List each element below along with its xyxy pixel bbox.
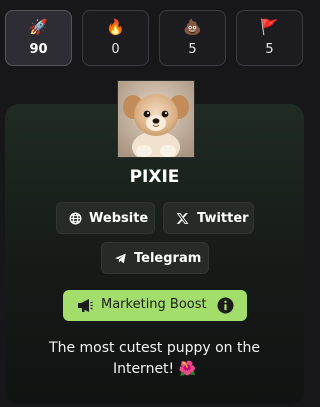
telegram-link-label: Telegram xyxy=(134,251,202,266)
reaction-poop-count: 5 xyxy=(188,42,197,57)
flag-icon: 🚩 xyxy=(260,18,279,36)
token-detail-page: 🚀 90 🔥 0 💩 5 🚩 5 PIXIE Website Twitter T… xyxy=(0,0,309,407)
token-avatar xyxy=(117,80,195,158)
fire-icon: 🔥 xyxy=(106,18,125,36)
twitter-link-button[interactable]: Twitter xyxy=(163,202,254,234)
reaction-flag-button[interactable]: 🚩 5 xyxy=(236,10,303,66)
globe-icon xyxy=(69,212,82,225)
website-link-label: Website xyxy=(89,211,149,226)
puppy-image xyxy=(118,81,194,157)
telegram-link-button[interactable]: Telegram xyxy=(101,242,209,274)
info-icon[interactable] xyxy=(217,297,234,314)
x-logo-icon xyxy=(176,213,189,224)
marketing-boost-button[interactable]: Marketing Boost xyxy=(63,290,247,321)
megaphone-icon xyxy=(78,299,93,312)
website-link-button[interactable]: Website xyxy=(56,202,155,234)
token-description: The most cutest puppy on the Internet! 🌺 xyxy=(49,340,260,377)
token-name: PIXIE xyxy=(129,167,180,187)
reaction-poop-button[interactable]: 💩 5 xyxy=(159,10,226,66)
reaction-fire-button[interactable]: 🔥 0 xyxy=(82,10,149,66)
twitter-link-label: Twitter xyxy=(197,211,249,226)
reaction-rocket-count: 90 xyxy=(29,42,48,57)
rocket-icon: 🚀 xyxy=(29,18,48,36)
poop-icon: 💩 xyxy=(183,18,202,36)
reaction-flag-count: 5 xyxy=(265,42,274,57)
paper-plane-icon xyxy=(115,253,126,264)
reaction-bar: 🚀 90 🔥 0 💩 5 🚩 5 xyxy=(5,10,305,68)
reaction-fire-count: 0 xyxy=(111,42,120,57)
marketing-boost-label: Marketing Boost xyxy=(101,297,207,312)
reaction-rocket-button[interactable]: 🚀 90 xyxy=(5,10,72,66)
